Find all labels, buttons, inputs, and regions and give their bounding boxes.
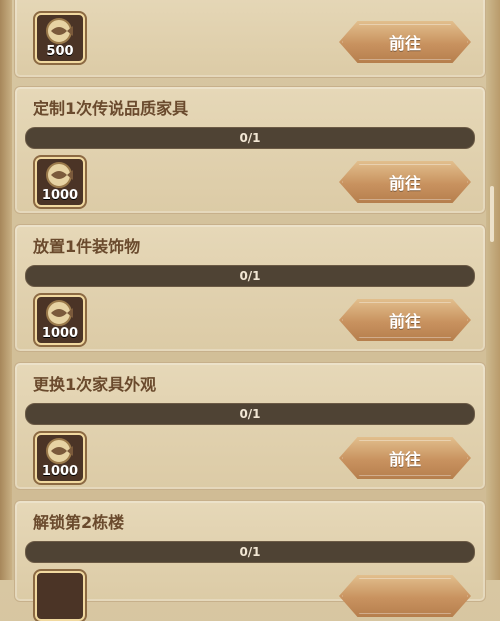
reward-item[interactable]: 500 [35,13,85,63]
reward-item[interactable]: 1000 [35,433,85,483]
progress-bar: 0/1 [25,403,475,425]
reward-count: 500 [46,44,74,59]
progress-bar: 0/1 [25,265,475,287]
go-button[interactable]: 前往 [339,437,471,479]
fish-coin-icon [46,438,73,464]
reward-item[interactable] [35,571,85,621]
task-title: 更换1次家具外观 [33,375,157,394]
go-button[interactable]: 前往 [339,21,471,63]
progress-bar: 0/1 [25,541,475,563]
task-card: 定制1次传说品质家具 0/1 1000 前往 [14,86,486,214]
fish-coin-icon [46,162,73,188]
go-button[interactable]: 前往 [339,161,471,203]
progress-text: 0/1 [239,545,261,559]
task-title: 定制1次传说品质家具 [33,99,189,118]
fish-coin-icon [46,300,73,326]
reward-count: 1000 [41,188,79,203]
progress-text: 0/1 [239,407,261,421]
right-frame [486,0,500,580]
task-title: 解锁第2栋楼 [33,513,125,532]
reward-count: 1000 [41,326,79,341]
task-card: 放置1件装饰物 0/1 1000 前往 [14,224,486,352]
task-card: 解锁第2栋楼 0/1 [14,500,486,621]
left-frame [0,0,12,580]
reward-item[interactable]: 1000 [35,295,85,345]
reward-item[interactable]: 1000 [35,157,85,207]
scroll-indicator[interactable] [490,186,494,242]
task-title: 放置1件装饰物 [33,237,141,256]
progress-text: 0/1 [239,131,261,145]
task-card: 500 前往 [14,0,486,78]
fish-coin-icon [46,18,73,44]
go-button[interactable] [339,575,471,617]
go-button[interactable]: 前往 [339,299,471,341]
reward-count: 1000 [41,464,79,479]
progress-text: 0/1 [239,269,261,283]
progress-bar: 0/1 [25,127,475,149]
task-card: 更换1次家具外观 0/1 1000 前往 [14,362,486,490]
